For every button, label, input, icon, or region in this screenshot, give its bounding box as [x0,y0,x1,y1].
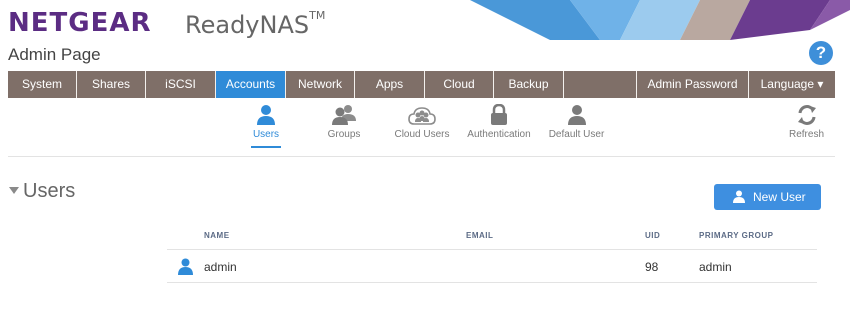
nav-network[interactable]: Network [286,71,355,98]
nav-apps[interactable]: Apps [355,71,425,98]
subnav-authentication[interactable]: Authentication [465,104,533,140]
users-table: NAME EMAIL UID PRIMARY GROUP admin 98 ad… [167,222,817,283]
section-title: Users [23,180,76,202]
subnav-default-user[interactable]: Default User [548,104,605,140]
column-header-name[interactable]: NAME [204,231,230,240]
header-banner-graphic [470,0,850,40]
nav-cloud[interactable]: Cloud [425,71,494,98]
nav-system[interactable]: System [8,71,77,98]
help-icon[interactable]: ? [809,41,833,65]
cell-primary-group: admin [699,260,732,274]
subnav-cloud-users[interactable]: Cloud Users [393,104,451,140]
nav-shares[interactable]: Shares [77,71,146,98]
cloud-users-icon [408,107,436,125]
nav-accounts[interactable]: Accounts [216,71,286,98]
collapse-caret-icon[interactable] [9,187,19,194]
table-row[interactable]: admin 98 admin [167,250,817,283]
column-header-email[interactable]: EMAIL [466,231,493,240]
default-user-icon [567,105,586,125]
subnav-groups[interactable]: Groups [324,104,364,140]
product-name: ReadyNASTM [185,9,326,39]
column-header-primary-group[interactable]: PRIMARY GROUP [699,231,774,240]
column-header-uid[interactable]: UID [645,231,660,240]
cell-name: admin [204,260,237,274]
nav-admin-password[interactable]: Admin Password [637,71,749,98]
cell-uid: 98 [645,260,659,274]
brand-logo: NETGEAR [8,8,152,38]
nav-backup[interactable]: Backup [494,71,564,98]
groups-icon [332,105,356,125]
nav-spacer [564,71,637,98]
subnav-users[interactable]: Users [251,104,281,148]
page-title: Admin Page [8,45,101,64]
user-icon [257,105,275,125]
active-tab-indicator [251,146,281,148]
refresh-button[interactable]: Refresh [788,104,825,140]
user-icon [178,258,193,275]
nav-iscsi[interactable]: iSCSI [146,71,216,98]
add-user-icon [733,190,745,203]
sub-nav: Users Groups Cloud Users Authentication [0,104,850,154]
subnav-divider [8,156,835,157]
lock-icon [491,104,507,125]
main-nav: System Shares iSCSI Accounts Network App… [8,71,835,98]
table-header: NAME EMAIL UID PRIMARY GROUP [167,222,817,250]
refresh-icon [797,105,816,125]
nav-language[interactable]: Language ▾ [749,71,835,98]
new-user-button[interactable]: New User [714,184,821,210]
